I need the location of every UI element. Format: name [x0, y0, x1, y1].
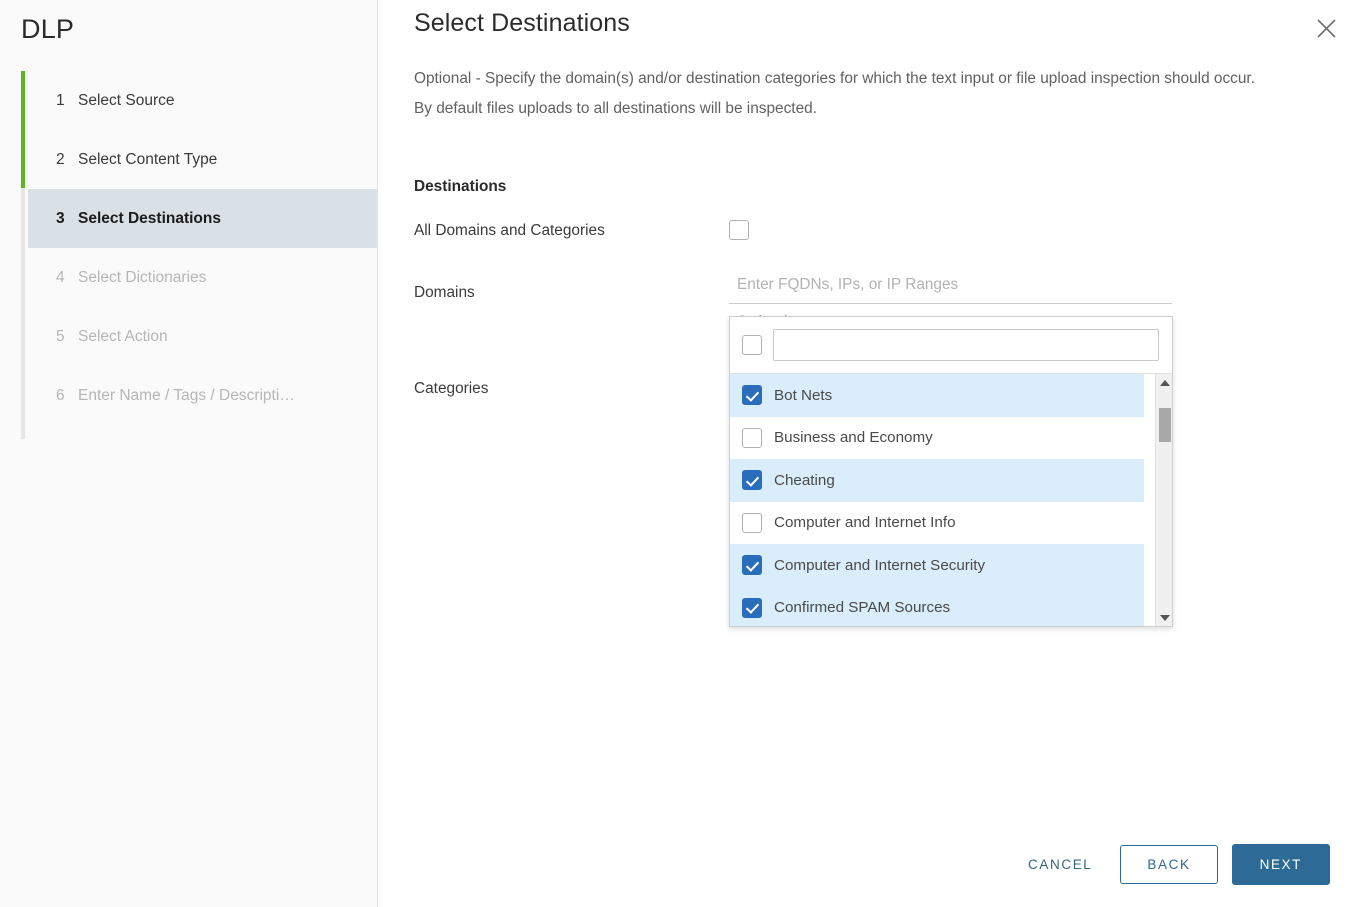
- sidebar-step-select-action: 5 Select Action: [28, 307, 377, 366]
- step-label: Select Destinations: [78, 209, 221, 227]
- categories-label: Categories: [414, 380, 489, 397]
- step-label: Enter Name / Tags / Descripti…: [78, 386, 295, 404]
- sidebar-step-select-content-type[interactable]: 2 Select Content Type: [28, 130, 377, 189]
- cancel-button[interactable]: CANCEL: [1014, 847, 1106, 882]
- all-domains-label: All Domains and Categories: [414, 222, 605, 239]
- row-all-domains-and-categories: All Domains and Categories: [414, 220, 1360, 272]
- option-label: Cheating: [774, 471, 835, 489]
- wizard-footer: CANCEL BACK NEXT: [1014, 844, 1330, 885]
- caret-up-icon[interactable]: [1156, 374, 1172, 391]
- step-number: 2: [56, 150, 65, 168]
- close-icon[interactable]: [1310, 12, 1342, 44]
- list-item[interactable]: Business and Economy: [730, 416, 1144, 459]
- page-title: Select Destinations: [414, 9, 630, 37]
- categories-option-list: Bot Nets Business and Economy Cheating C…: [730, 374, 1172, 626]
- option-checkbox[interactable]: [742, 597, 762, 618]
- option-checkbox[interactable]: [742, 427, 762, 448]
- step-label: Select Action: [78, 327, 168, 345]
- categories-dropdown-panel: Bot Nets Business and Economy Cheating C…: [729, 316, 1173, 627]
- sidebar-step-select-dictionaries: 4 Select Dictionaries: [28, 248, 377, 307]
- step-label: Select Dictionaries: [78, 268, 207, 286]
- step-label: Select Content Type: [78, 150, 218, 168]
- wizard-steps: 1 Select Source 2 Select Content Type 3 …: [0, 71, 377, 439]
- step-rail-progress: [21, 71, 25, 188]
- scrollbar-thumb[interactable]: [1159, 408, 1171, 442]
- option-checkbox[interactable]: [742, 512, 762, 533]
- sidebar-step-select-destinations[interactable]: 3 Select Destinations: [28, 189, 377, 248]
- list-item[interactable]: Confirmed SPAM Sources: [730, 586, 1144, 626]
- step-number: 1: [56, 91, 65, 109]
- option-checkbox[interactable]: [742, 385, 762, 406]
- list-item[interactable]: Bot Nets: [730, 374, 1144, 417]
- wizard-main-panel: Select Destinations Optional - Specify t…: [378, 0, 1360, 907]
- option-label: Confirmed SPAM Sources: [774, 599, 951, 617]
- next-button[interactable]: NEXT: [1231, 844, 1330, 885]
- destinations-form: All Domains and Categories Domains Optio…: [414, 220, 1360, 627]
- section-title-destinations: Destinations: [414, 178, 507, 195]
- page-description: Optional - Specify the domain(s) and/or …: [414, 70, 1255, 117]
- back-button[interactable]: BACK: [1120, 845, 1218, 884]
- caret-down-icon[interactable]: [1156, 609, 1172, 626]
- option-label: Business and Economy: [774, 429, 933, 447]
- domains-input[interactable]: [729, 272, 1172, 304]
- sidebar-step-enter-name-tags-description: 6 Enter Name / Tags / Descripti…: [28, 366, 377, 425]
- step-label: Select Source: [78, 91, 175, 109]
- list-item[interactable]: Computer and Internet Info: [730, 501, 1144, 544]
- dropdown-header: [730, 317, 1172, 374]
- list-item[interactable]: Computer and Internet Security: [730, 544, 1144, 587]
- step-number: 4: [56, 268, 65, 286]
- all-domains-checkbox[interactable]: [729, 220, 749, 240]
- sidebar-step-select-source[interactable]: 1 Select Source: [28, 71, 377, 130]
- app-title: DLP: [21, 14, 75, 44]
- list-item[interactable]: Cheating: [730, 459, 1144, 502]
- option-label: Computer and Internet Info: [774, 514, 956, 532]
- option-label: Bot Nets: [774, 386, 833, 404]
- step-number: 5: [56, 327, 65, 345]
- step-number: 3: [56, 209, 65, 227]
- select-all-checkbox[interactable]: [742, 335, 762, 355]
- wizard-sidebar: DLP 1 Select Source 2 Select Content Typ…: [0, 0, 378, 907]
- all-domains-field: [729, 220, 749, 240]
- domains-label: Domains: [414, 284, 475, 301]
- option-checkbox[interactable]: [742, 555, 762, 576]
- categories-search-input[interactable]: [773, 329, 1159, 361]
- dlp-wizard: DLP 1 Select Source 2 Select Content Typ…: [0, 0, 1360, 907]
- dropdown-scrollbar[interactable]: [1155, 374, 1172, 626]
- step-number: 6: [56, 386, 65, 404]
- option-label: Computer and Internet Security: [774, 556, 986, 574]
- option-checkbox[interactable]: [742, 470, 762, 491]
